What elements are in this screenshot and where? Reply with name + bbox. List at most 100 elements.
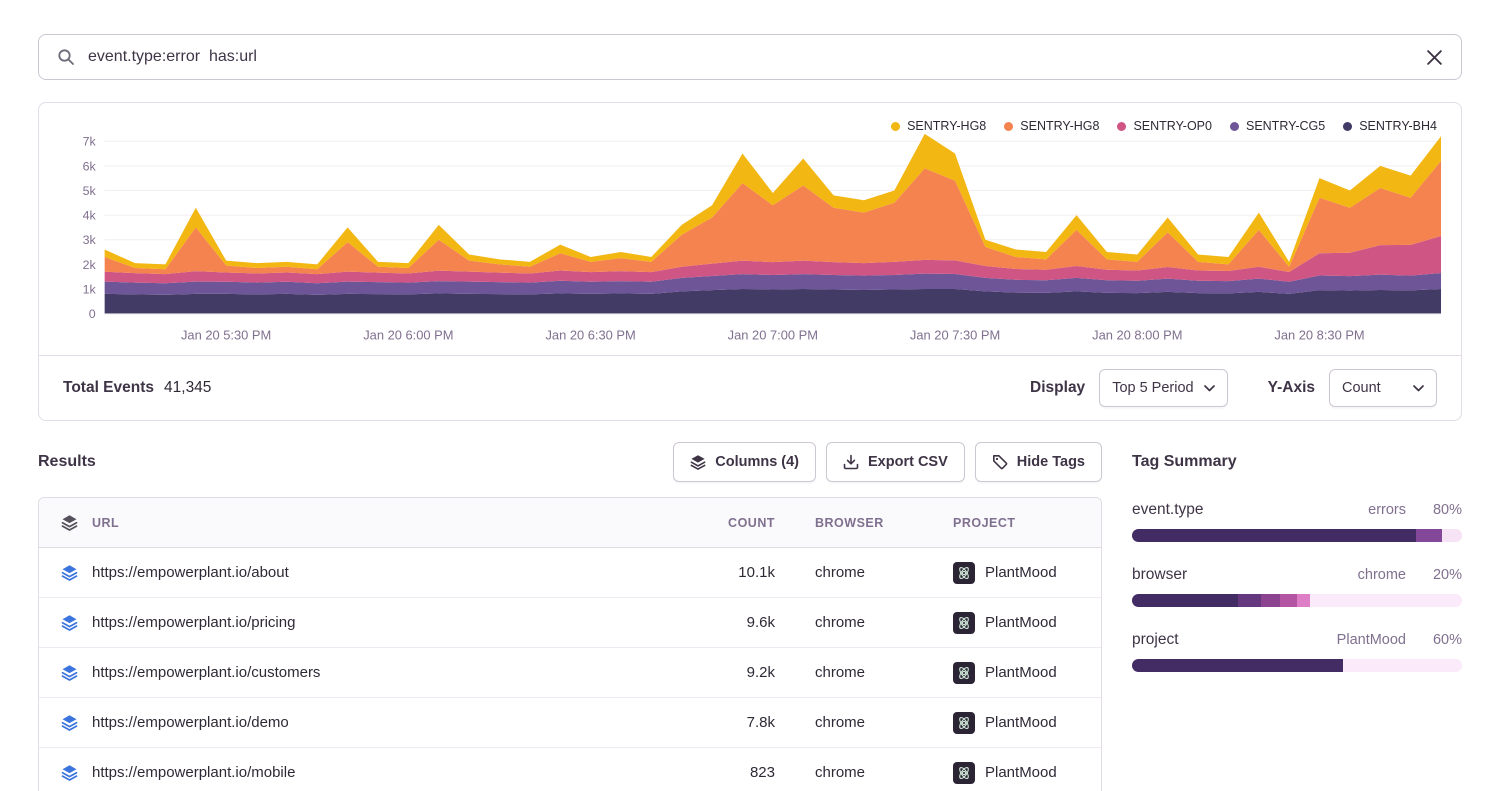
tag-bar-segment xyxy=(1416,529,1442,542)
table-header-browser: BROWSER xyxy=(775,516,925,530)
tag-bar-segment xyxy=(1442,529,1462,542)
svg-text:2k: 2k xyxy=(83,258,97,272)
tag-summary-title: Tag Summary xyxy=(1132,453,1237,471)
project-icon xyxy=(953,662,975,684)
legend-dot xyxy=(1117,122,1126,131)
legend-dot xyxy=(1230,122,1239,131)
count-cell: 10.1k xyxy=(665,564,775,581)
legend-dot xyxy=(891,122,900,131)
area-series-SENTRY-HG8 xyxy=(105,161,1441,274)
project-icon xyxy=(953,562,975,584)
export-csv-button[interactable]: Export CSV xyxy=(826,442,965,482)
tag-distribution-bar[interactable] xyxy=(1132,659,1462,672)
svg-text:3k: 3k xyxy=(83,233,97,247)
tag-item: project PlantMood 60% xyxy=(1132,631,1462,672)
tag-bar-segment xyxy=(1132,659,1343,672)
results-title: Results xyxy=(38,453,96,471)
search-input[interactable] xyxy=(88,48,1426,66)
table-header-row: URL COUNT BROWSER PROJECT xyxy=(39,498,1101,548)
project-cell: PlantMood xyxy=(985,664,1057,681)
stack-icon[interactable] xyxy=(61,664,78,681)
project-icon xyxy=(953,762,975,784)
legend-item[interactable]: SENTRY-HG8 xyxy=(1004,119,1099,133)
chevron-down-icon xyxy=(1413,385,1424,392)
tag-item: event.type errors 80% xyxy=(1132,501,1462,542)
events-chart[interactable]: 01k2k3k4k5k6k7kJan 20 5:30 PMJan 20 6:00… xyxy=(39,103,1461,355)
svg-text:4k: 4k xyxy=(83,209,97,223)
legend-dot xyxy=(1004,122,1013,131)
tag-list: event.type errors 80% browser chrome 20%… xyxy=(1132,501,1462,672)
main-content: Results Columns (4) Export CSV Hide Tags xyxy=(38,441,1462,791)
table-row[interactable]: https://empowerplant.io/mobile 823 chrom… xyxy=(39,748,1101,791)
events-chart-panel: SENTRY-HG8 SENTRY-HG8 SENTRY-OP0 SENTRY-CG5… xyxy=(38,102,1462,421)
url-cell: https://empowerplant.io/about xyxy=(92,564,289,581)
export-csv-button-label: Export CSV xyxy=(868,454,948,470)
project-cell: PlantMood xyxy=(985,764,1057,781)
project-icon xyxy=(953,712,975,734)
svg-text:5k: 5k xyxy=(83,184,97,198)
legend-label: SENTRY-CG5 xyxy=(1246,119,1325,133)
tag-bar-segment xyxy=(1343,659,1462,672)
url-cell: https://empowerplant.io/customers xyxy=(92,664,320,681)
legend-dot xyxy=(1343,122,1352,131)
legend-item[interactable]: SENTRY-OP0 xyxy=(1117,119,1212,133)
project-cell: PlantMood xyxy=(985,614,1057,631)
tag-distribution-bar[interactable] xyxy=(1132,529,1462,542)
table-body: https://empowerplant.io/about 10.1k chro… xyxy=(39,548,1101,791)
tag-summary-panel: Tag Summary event.type errors 80% browse… xyxy=(1132,441,1462,696)
table-row[interactable]: https://empowerplant.io/demo 7.8k chrome… xyxy=(39,698,1101,748)
yaxis-select[interactable]: Count xyxy=(1329,369,1437,407)
total-events-value: 41,345 xyxy=(164,379,211,397)
yaxis-select-value: Count xyxy=(1342,380,1381,396)
browser-cell: chrome xyxy=(775,764,925,781)
hide-tags-button-label: Hide Tags xyxy=(1017,454,1085,470)
tag-percent: 60% xyxy=(1406,632,1462,648)
tag-name: browser xyxy=(1132,566,1187,584)
project-cell: PlantMood xyxy=(985,564,1057,581)
table-header-url: URL xyxy=(92,516,119,530)
stack-icon xyxy=(61,514,78,531)
chevron-down-icon xyxy=(1204,385,1215,392)
stack-icon[interactable] xyxy=(61,614,78,631)
table-header-count: COUNT xyxy=(665,516,775,530)
tag-top-value: chrome xyxy=(1358,567,1406,583)
tag-bar-segment xyxy=(1132,594,1238,607)
search-bar xyxy=(38,34,1462,80)
total-events-label: Total Events xyxy=(63,379,154,397)
svg-text:Jan 20 5:30 PM: Jan 20 5:30 PM xyxy=(181,327,271,342)
legend-item[interactable]: SENTRY-BH4 xyxy=(1343,119,1437,133)
legend-item[interactable]: SENTRY-HG8 xyxy=(891,119,986,133)
stack-icon[interactable] xyxy=(61,564,78,581)
browser-cell: chrome xyxy=(775,714,925,731)
legend-item[interactable]: SENTRY-CG5 xyxy=(1230,119,1325,133)
tag-bar-segment xyxy=(1310,594,1462,607)
tag-distribution-bar[interactable] xyxy=(1132,594,1462,607)
svg-text:Jan 20 8:00 PM: Jan 20 8:00 PM xyxy=(1092,327,1182,342)
svg-text:6k: 6k xyxy=(83,159,97,173)
clear-search-button[interactable] xyxy=(1426,49,1443,66)
count-cell: 7.8k xyxy=(665,714,775,731)
url-cell: https://empowerplant.io/pricing xyxy=(92,614,295,631)
display-select[interactable]: Top 5 Period xyxy=(1099,369,1227,407)
table-row[interactable]: https://empowerplant.io/customers 9.2k c… xyxy=(39,648,1101,698)
table-row[interactable]: https://empowerplant.io/pricing 9.6k chr… xyxy=(39,598,1101,648)
tag-top-value: errors xyxy=(1368,502,1406,518)
table-row[interactable]: https://empowerplant.io/about 10.1k chro… xyxy=(39,548,1101,598)
tag-percent: 20% xyxy=(1406,567,1462,583)
stack-icon[interactable] xyxy=(61,714,78,731)
tag-bar-segment xyxy=(1132,529,1416,542)
tag-name: project xyxy=(1132,631,1179,649)
legend-label: SENTRY-HG8 xyxy=(1020,119,1099,133)
tag-top-value: PlantMood xyxy=(1337,632,1406,648)
stack-icon[interactable] xyxy=(61,764,78,781)
columns-button[interactable]: Columns (4) xyxy=(673,442,816,482)
tag-bar-segment xyxy=(1261,594,1281,607)
stack-icon xyxy=(690,454,706,470)
hide-tags-button[interactable]: Hide Tags xyxy=(975,442,1102,482)
chart-legend: SENTRY-HG8 SENTRY-HG8 SENTRY-OP0 SENTRY-CG5… xyxy=(891,119,1437,133)
tag-item: browser chrome 20% xyxy=(1132,566,1462,607)
count-cell: 823 xyxy=(665,764,775,781)
table-header-project: PROJECT xyxy=(925,516,1101,530)
project-icon xyxy=(953,612,975,634)
yaxis-label: Y-Axis xyxy=(1268,379,1315,397)
